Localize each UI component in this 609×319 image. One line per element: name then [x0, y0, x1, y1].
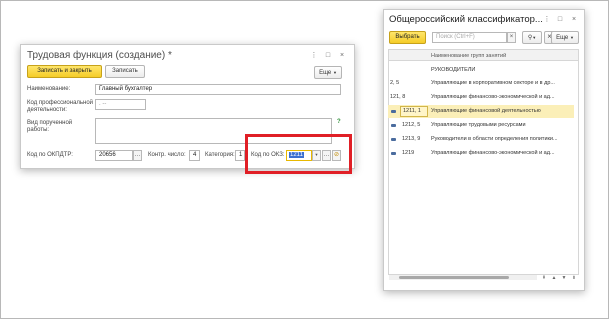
more-button[interactable]: Еще ▼	[314, 66, 342, 79]
row-code: 1219	[402, 150, 415, 156]
scroll-first-icon[interactable]: ⇞	[540, 274, 548, 282]
category-field[interactable]: 1	[235, 150, 245, 161]
save-and-close-button[interactable]: Записать и закрыть	[27, 65, 102, 78]
row-name: РУКОВОДИТЕЛИ	[431, 67, 476, 73]
select-button[interactable]: Выбрать	[389, 31, 426, 44]
group-item-icon	[391, 124, 396, 127]
row-name: Управляющие финансовой деятельностью	[431, 108, 541, 114]
help-icon[interactable]: ?	[337, 119, 341, 126]
table-row[interactable]: 1213, 9 Руководители в области определен…	[388, 133, 574, 146]
more-button-label: Еще	[556, 35, 569, 41]
group-item-icon	[391, 138, 396, 141]
column-header-name: Наименование групп занятий	[431, 53, 507, 59]
name-label: Наименование:	[27, 86, 71, 92]
row-code: 1213, 9	[402, 136, 421, 142]
table-row[interactable]: 1219 Управляющие финансово-экономической…	[388, 147, 574, 160]
okz-highlight-frame	[245, 134, 352, 174]
category-label: Категория:	[205, 152, 235, 158]
maximize-icon[interactable]: □	[556, 16, 564, 24]
save-button[interactable]: Записать	[105, 65, 145, 78]
prof-code-label-line2: деятельности:	[27, 107, 67, 113]
prof-code-field[interactable]: . --	[95, 99, 146, 110]
row-name: Управляющие финансово-экономической и ад…	[431, 94, 555, 100]
okpdtr-label: Код по ОКПДТР:	[27, 152, 73, 158]
row-name: Управляющие в корпоративном секторе и в …	[431, 80, 555, 86]
table-row[interactable]: 121, 8 Управляющие финансово-экономическ…	[388, 91, 574, 104]
row-code: 1212, 5	[402, 122, 421, 128]
scrollbar-thumb[interactable]	[399, 276, 509, 279]
row-code: 2, 5	[390, 80, 400, 86]
prof-code-label-line1: Код профессиональной	[27, 100, 94, 106]
table-row[interactable]: 1212, 5 Управляющие трудовыми ресурсами	[388, 119, 574, 132]
control-number-field[interactable]: 4	[189, 150, 200, 161]
okpdtr-select-button[interactable]: …	[133, 150, 142, 161]
row-name: Управляющие финансово-экономической и ад…	[431, 150, 555, 156]
scroll-up-icon[interactable]: ▲	[550, 274, 558, 282]
work-type-label-line2: работы:	[27, 127, 50, 133]
horizontal-scrollbar[interactable]	[389, 275, 537, 280]
search-button[interactable]: ⚲▼	[522, 31, 542, 44]
table-row[interactable]: 2, 5 Управляющие в корпоративном секторе…	[388, 77, 574, 90]
name-field[interactable]: Главный бухгалтер	[95, 84, 341, 95]
more-actions-icon[interactable]: ⋮	[310, 52, 318, 60]
more-button-label: Еще	[319, 70, 332, 76]
chevron-down-icon: ▼	[569, 35, 574, 40]
close-icon[interactable]: ×	[338, 52, 346, 60]
maximize-icon[interactable]: □	[324, 52, 332, 60]
labor-function-title: Трудовая функция (создание) *	[27, 50, 172, 61]
group-item-icon	[391, 152, 396, 155]
row-name: Руководители в области определения полит…	[431, 136, 558, 142]
scroll-last-icon[interactable]: ⇟	[570, 274, 578, 282]
row-name: Управляющие трудовыми ресурсами	[431, 122, 526, 128]
group-item-icon	[391, 110, 396, 113]
more-button[interactable]: Еще ▼	[551, 31, 579, 44]
chevron-down-icon: ▼	[332, 70, 337, 75]
table-row[interactable]: РУКОВОДИТЕЛИ	[388, 64, 574, 77]
control-number-label: Контр. число:	[148, 152, 186, 158]
okpdtr-field[interactable]: 20656	[95, 150, 133, 161]
row-code: 1211, 1	[400, 106, 428, 117]
search-clear-icon[interactable]: ×	[507, 32, 516, 43]
chevron-down-icon: ▼	[532, 35, 537, 40]
more-actions-icon[interactable]: ⋮	[543, 16, 551, 24]
row-code: 121, 8	[390, 94, 406, 100]
search-input[interactable]: Поиск (Ctrl+F)	[432, 32, 507, 43]
scroll-down-icon[interactable]: ▼	[560, 274, 568, 282]
close-icon[interactable]: ×	[570, 16, 578, 24]
table-row-selected[interactable]: 1211, 1 Управляющие финансовой деятельно…	[388, 105, 574, 118]
work-type-label-line1: Вид порученной	[27, 120, 73, 126]
classifier-title: Общероссийский классификатор...	[389, 14, 543, 25]
